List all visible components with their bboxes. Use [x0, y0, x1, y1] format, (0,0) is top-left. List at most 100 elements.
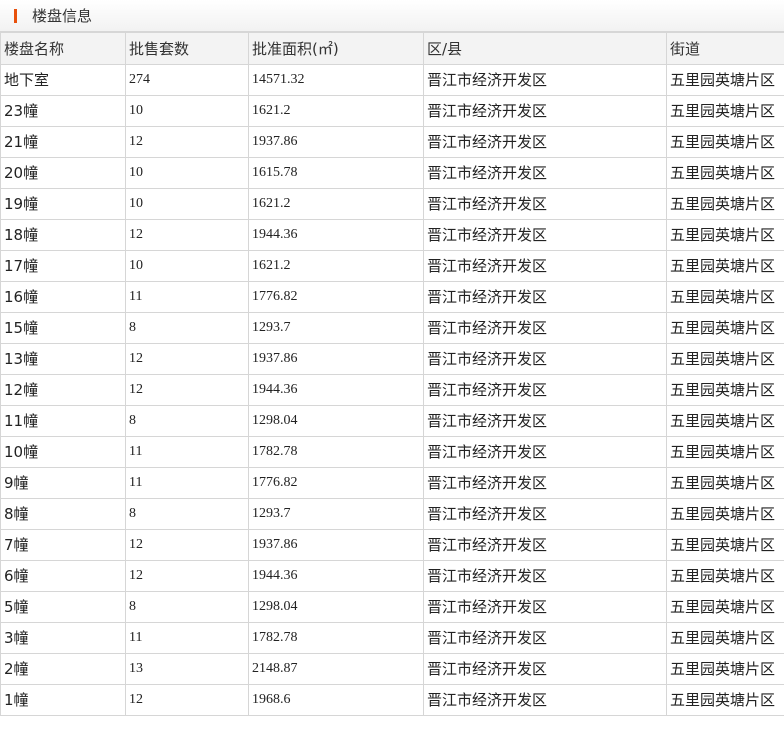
cell-street: 五里园英塘片区 — [666, 95, 784, 127]
cell-building-name: 21幢 — [0, 126, 126, 158]
cell-approved-area: 1621.2 — [248, 250, 424, 282]
cell-approved-area: 1621.2 — [248, 188, 424, 220]
cell-units-sold: 8 — [125, 591, 249, 623]
cell-approved-area: 1776.82 — [248, 467, 424, 499]
cell-district: 晋江市经济开发区 — [423, 250, 667, 282]
cell-units-sold: 12 — [125, 684, 249, 716]
cell-street: 五里园英塘片区 — [666, 436, 784, 468]
panel-title: 楼盘信息 — [32, 7, 93, 25]
column-header-street: 街道 — [666, 32, 784, 65]
cell-district: 晋江市经济开发区 — [423, 405, 667, 437]
cell-building-name: 18幢 — [0, 219, 126, 251]
cell-district: 晋江市经济开发区 — [423, 95, 667, 127]
cell-district: 晋江市经济开发区 — [423, 591, 667, 623]
cell-approved-area: 1776.82 — [248, 281, 424, 313]
cell-units-sold: 10 — [125, 250, 249, 282]
cell-approved-area: 1621.2 — [248, 95, 424, 127]
cell-building-name: 10幢 — [0, 436, 126, 468]
table-row: 12幢 12 1944.36 晋江市经济开发区 五里园英塘片区 — [0, 374, 784, 406]
cell-street: 五里园英塘片区 — [666, 591, 784, 623]
cell-district: 晋江市经济开发区 — [423, 467, 667, 499]
cell-units-sold: 8 — [125, 498, 249, 530]
cell-units-sold: 10 — [125, 157, 249, 189]
cell-approved-area: 1968.6 — [248, 684, 424, 716]
cell-building-name: 12幢 — [0, 374, 126, 406]
cell-units-sold: 12 — [125, 374, 249, 406]
cell-approved-area: 1782.78 — [248, 436, 424, 468]
cell-street: 五里园英塘片区 — [666, 653, 784, 685]
cell-building-name: 20幢 — [0, 157, 126, 189]
cell-units-sold: 274 — [125, 64, 249, 96]
table-row: 17幢 10 1621.2 晋江市经济开发区 五里园英塘片区 — [0, 250, 784, 282]
cell-street: 五里园英塘片区 — [666, 157, 784, 189]
cell-units-sold: 10 — [125, 188, 249, 220]
cell-approved-area: 1937.86 — [248, 343, 424, 375]
cell-units-sold: 8 — [125, 405, 249, 437]
cell-street: 五里园英塘片区 — [666, 126, 784, 158]
table-row: 19幢 10 1621.2 晋江市经济开发区 五里园英塘片区 — [0, 188, 784, 220]
cell-units-sold: 11 — [125, 281, 249, 313]
table-row: 10幢 11 1782.78 晋江市经济开发区 五里园英塘片区 — [0, 436, 784, 468]
cell-street: 五里园英塘片区 — [666, 684, 784, 716]
cell-building-name: 5幢 — [0, 591, 126, 623]
cell-units-sold: 8 — [125, 312, 249, 344]
cell-approved-area: 1293.7 — [248, 312, 424, 344]
cell-approved-area: 14571.32 — [248, 64, 424, 96]
cell-approved-area: 1293.7 — [248, 498, 424, 530]
cell-district: 晋江市经济开发区 — [423, 312, 667, 344]
cell-building-name: 1幢 — [0, 684, 126, 716]
table-row: 18幢 12 1944.36 晋江市经济开发区 五里园英塘片区 — [0, 219, 784, 251]
cell-approved-area: 1944.36 — [248, 219, 424, 251]
cell-units-sold: 13 — [125, 653, 249, 685]
cell-district: 晋江市经济开发区 — [423, 653, 667, 685]
cell-units-sold: 11 — [125, 436, 249, 468]
cell-approved-area: 1937.86 — [248, 126, 424, 158]
cell-street: 五里园英塘片区 — [666, 281, 784, 313]
cell-district: 晋江市经济开发区 — [423, 374, 667, 406]
table-row: 地下室 274 14571.32 晋江市经济开发区 五里园英塘片区 — [0, 64, 784, 96]
cell-approved-area: 1298.04 — [248, 591, 424, 623]
table-row: 3幢 11 1782.78 晋江市经济开发区 五里园英塘片区 — [0, 622, 784, 654]
cell-units-sold: 10 — [125, 95, 249, 127]
cell-street: 五里园英塘片区 — [666, 467, 784, 499]
table-row: 20幢 10 1615.78 晋江市经济开发区 五里园英塘片区 — [0, 157, 784, 189]
table-row: 6幢 12 1944.36 晋江市经济开发区 五里园英塘片区 — [0, 560, 784, 592]
table-row: 2幢 13 2148.87 晋江市经济开发区 五里园英塘片区 — [0, 653, 784, 685]
cell-units-sold: 12 — [125, 560, 249, 592]
cell-building-name: 地下室 — [0, 64, 126, 96]
column-header-units-sold: 批售套数 — [125, 32, 249, 65]
cell-district: 晋江市经济开发区 — [423, 622, 667, 654]
cell-building-name: 15幢 — [0, 312, 126, 344]
cell-street: 五里园英塘片区 — [666, 312, 784, 344]
table-row: 13幢 12 1937.86 晋江市经济开发区 五里园英塘片区 — [0, 343, 784, 375]
table-body: 地下室 274 14571.32 晋江市经济开发区 五里园英塘片区 23幢 10 1621.2… — [0, 64, 784, 716]
cell-district: 晋江市经济开发区 — [423, 219, 667, 251]
cell-building-name: 9幢 — [0, 467, 126, 499]
cell-units-sold: 11 — [125, 622, 249, 654]
table-row: 9幢 11 1776.82 晋江市经济开发区 五里园英塘片区 — [0, 467, 784, 499]
title-marker-icon — [14, 9, 17, 23]
table-row: 11幢 8 1298.04 晋江市经济开发区 五里园英塘片区 — [0, 405, 784, 437]
cell-units-sold: 12 — [125, 343, 249, 375]
cell-district: 晋江市经济开发区 — [423, 157, 667, 189]
cell-units-sold: 12 — [125, 219, 249, 251]
building-info-panel: 楼盘信息 楼盘名称 批售套数 批准面积(㎡) 区/县 街道 地下室 274 1457… — [0, 0, 784, 736]
cell-street: 五里园英塘片区 — [666, 188, 784, 220]
cell-street: 五里园英塘片区 — [666, 64, 784, 96]
cell-street: 五里园英塘片区 — [666, 405, 784, 437]
table-row: 7幢 12 1937.86 晋江市经济开发区 五里园英塘片区 — [0, 529, 784, 561]
table-row: 5幢 8 1298.04 晋江市经济开发区 五里园英塘片区 — [0, 591, 784, 623]
cell-street: 五里园英塘片区 — [666, 219, 784, 251]
table-row: 15幢 8 1293.7 晋江市经济开发区 五里园英塘片区 — [0, 312, 784, 344]
cell-building-name: 19幢 — [0, 188, 126, 220]
cell-approved-area: 1937.86 — [248, 529, 424, 561]
cell-district: 晋江市经济开发区 — [423, 343, 667, 375]
table-row: 21幢 12 1937.86 晋江市经济开发区 五里园英塘片区 — [0, 126, 784, 158]
cell-units-sold: 12 — [125, 126, 249, 158]
column-header-building-name: 楼盘名称 — [0, 32, 126, 65]
column-header-approved-area: 批准面积(㎡) — [248, 32, 424, 65]
building-table: 楼盘名称 批售套数 批准面积(㎡) 区/县 街道 地下室 274 14571.32 晋… — [0, 32, 784, 716]
cell-district: 晋江市经济开发区 — [423, 281, 667, 313]
cell-district: 晋江市经济开发区 — [423, 126, 667, 158]
cell-district: 晋江市经济开发区 — [423, 529, 667, 561]
